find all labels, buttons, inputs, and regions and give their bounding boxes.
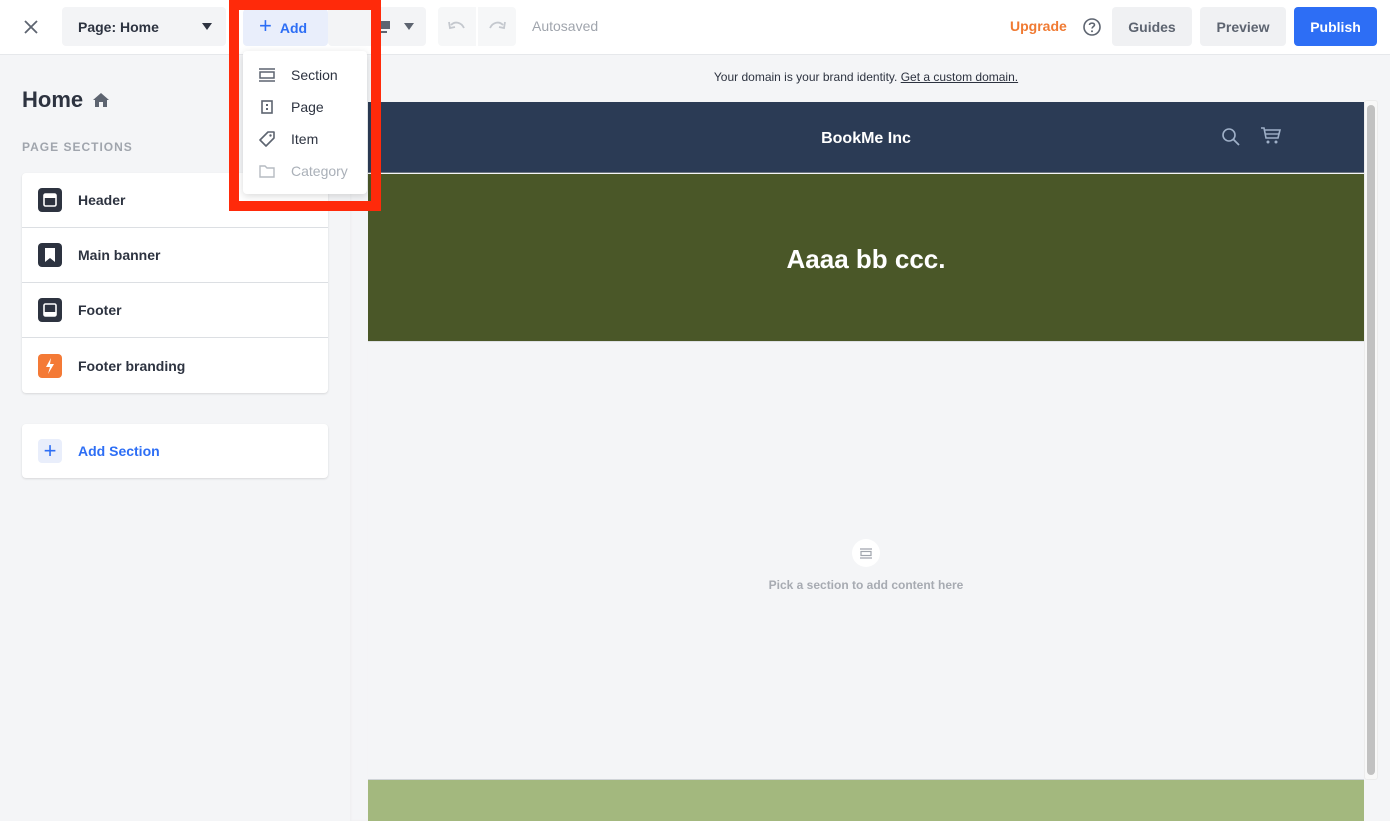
page-title: Home xyxy=(22,87,110,113)
main-banner-section[interactable]: Aaaa bb ccc. xyxy=(368,174,1364,342)
domain-banner-text: Your domain is your brand identity. xyxy=(713,70,898,84)
site-preview-canvas: BookMe Inc Aaaa bb ccc. Pick a section t… xyxy=(368,102,1364,821)
upgrade-link[interactable]: Upgrade xyxy=(1010,18,1067,34)
add-dropdown-menu: Section Page Item Category xyxy=(243,51,367,194)
add-button-label: Add xyxy=(279,19,308,36)
undo-icon xyxy=(448,21,465,29)
plus-icon: + xyxy=(259,13,272,38)
guides-button[interactable]: Guides xyxy=(1112,7,1192,46)
cart-icon[interactable] xyxy=(1261,127,1281,145)
redo-icon xyxy=(489,21,506,29)
menu-item-label: Item xyxy=(291,131,319,147)
custom-domain-link[interactable]: Get a custom domain. xyxy=(901,70,1018,84)
menu-item-item[interactable]: Item xyxy=(243,123,367,155)
close-button[interactable] xyxy=(18,14,44,40)
scrollbar-thumb[interactable] xyxy=(1367,105,1375,775)
empty-section-message: Pick a section to add content here xyxy=(768,578,964,592)
section-label: Footer xyxy=(78,302,122,318)
lightning-icon xyxy=(38,353,62,378)
menu-item-category: Category xyxy=(243,155,367,187)
bookmark-icon xyxy=(38,243,62,267)
menu-item-label: Section xyxy=(291,67,338,83)
section-icon xyxy=(852,539,880,567)
publish-button[interactable]: Publish xyxy=(1294,7,1377,46)
empty-section-placeholder[interactable]: Pick a section to add content here xyxy=(368,342,1364,779)
add-section-button[interactable]: + Add Section xyxy=(22,424,328,478)
folder-icon xyxy=(259,163,275,179)
site-name: BookMe Inc xyxy=(821,130,911,147)
search-icon[interactable] xyxy=(1222,128,1240,146)
close-icon xyxy=(24,20,38,34)
page-sections-heading: PAGE SECTIONS xyxy=(22,140,133,154)
section-label: Header xyxy=(78,192,126,208)
menu-item-page[interactable]: Page xyxy=(243,91,367,123)
chevron-down-icon xyxy=(404,23,414,30)
add-button[interactable]: + Add xyxy=(243,9,328,46)
site-header[interactable]: BookMe Inc xyxy=(368,102,1364,173)
add-section-label: Add Section xyxy=(78,443,160,459)
desktop-icon xyxy=(378,20,390,33)
section-item-footer-branding[interactable]: Footer branding xyxy=(22,338,328,393)
home-icon xyxy=(93,93,110,107)
redo-button[interactable] xyxy=(478,7,516,46)
section-label: Footer branding xyxy=(78,357,186,374)
autosave-status: Autosaved xyxy=(532,18,599,34)
page-icon xyxy=(259,99,275,115)
preview-button[interactable]: Preview xyxy=(1200,7,1286,46)
section-item-main-banner[interactable]: Main banner xyxy=(22,228,328,283)
menu-item-section[interactable]: Section xyxy=(243,59,367,91)
undo-button[interactable] xyxy=(438,7,476,46)
header-section-icon xyxy=(38,188,62,212)
page-select-dropdown[interactable]: Page: Home xyxy=(62,7,226,46)
page-sections-list: Header Main banner Footer Footer brandin… xyxy=(22,173,328,393)
help-button[interactable] xyxy=(1082,17,1102,37)
section-item-footer[interactable]: Footer xyxy=(22,283,328,338)
menu-item-label: Category xyxy=(291,163,348,179)
tag-icon xyxy=(259,131,275,147)
menu-item-label: Page xyxy=(291,99,324,115)
plus-icon: + xyxy=(38,439,62,463)
domain-banner: Your domain is your brand identity. Get … xyxy=(368,70,1364,84)
chevron-down-icon xyxy=(202,23,212,30)
banner-heading: Aaaa bb ccc. xyxy=(786,244,946,274)
section-label: Main banner xyxy=(78,247,161,263)
section-icon xyxy=(259,67,275,83)
site-footer[interactable] xyxy=(368,779,1364,821)
footer-section-icon xyxy=(38,298,62,322)
page-select-label: Page: Home xyxy=(78,18,159,35)
canvas-scrollbar[interactable] xyxy=(1364,100,1378,780)
page-title-text: Home xyxy=(22,87,84,112)
help-icon xyxy=(1083,18,1101,36)
top-bar: Page: Home + Add Autosaved Upgrade Guide… xyxy=(0,0,1390,55)
device-select-dropdown[interactable] xyxy=(328,7,426,46)
